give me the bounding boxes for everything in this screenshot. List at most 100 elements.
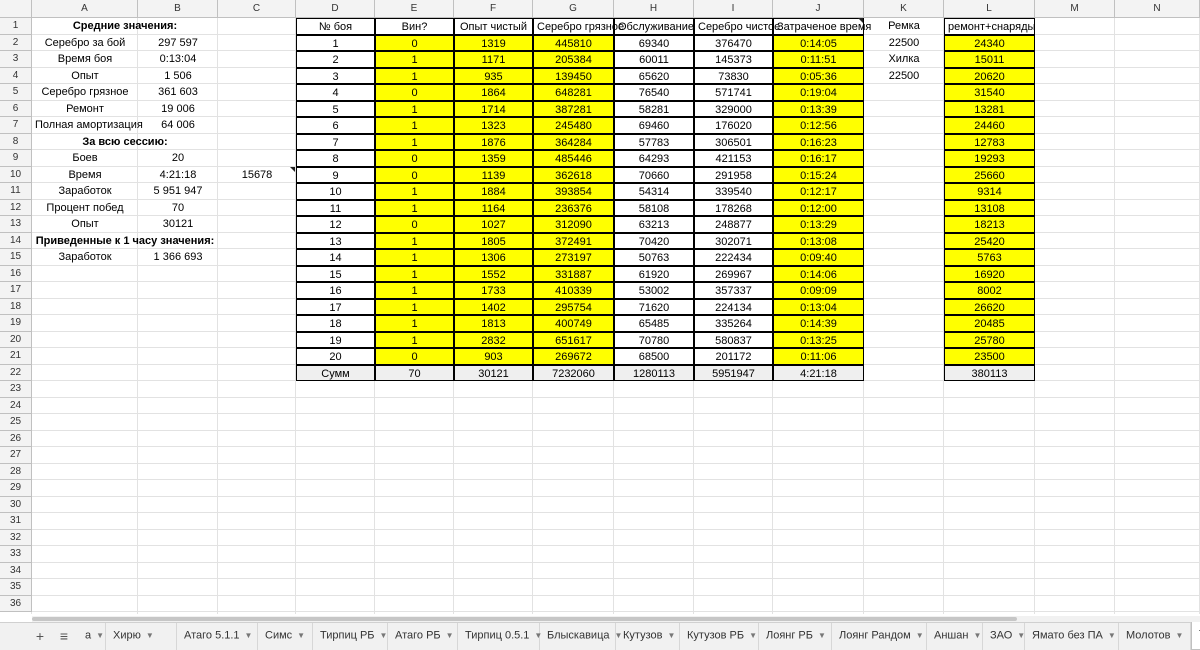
table-cell[interactable]: 295754 (533, 298, 614, 315)
column-header-n[interactable]: N (1115, 0, 1200, 18)
summary-value[interactable]: 20 (138, 150, 218, 167)
table-cell[interactable]: 0:09:40 (773, 249, 864, 266)
table-cell[interactable]: 580837 (694, 331, 773, 348)
table-cell[interactable]: 236376 (533, 199, 614, 216)
row-header[interactable]: 14 (0, 232, 32, 249)
repair-ammo-value[interactable]: 19293 (944, 150, 1035, 167)
table-cell[interactable]: 0 (375, 166, 454, 183)
row-header[interactable]: 23 (0, 381, 32, 398)
table-cell[interactable]: 0 (375, 84, 454, 101)
table-cell[interactable]: 1319 (454, 34, 533, 51)
row-header[interactable]: 24 (0, 397, 32, 414)
dropdown-arrow-icon[interactable]: ▼ (245, 623, 253, 648)
table-cell[interactable]: 485446 (533, 150, 614, 167)
table-cell[interactable]: 331887 (533, 265, 614, 282)
row-header[interactable]: 10 (0, 166, 32, 183)
column-header-k[interactable]: K (864, 0, 944, 18)
summary-label[interactable]: Опыт (32, 68, 138, 85)
row-header[interactable]: 20 (0, 331, 32, 348)
repair-ammo-value[interactable]: 12783 (944, 133, 1035, 150)
summary-value[interactable]: 1 506 (138, 68, 218, 85)
table-cell[interactable]: 0:14:05 (773, 34, 864, 51)
row-header[interactable]: 4 (0, 67, 32, 84)
table-cell[interactable]: 1 (375, 133, 454, 150)
table-cell[interactable]: 1306 (454, 249, 533, 266)
table-cell[interactable]: 222434 (694, 249, 773, 266)
summary-label[interactable]: Серебро за бой (32, 35, 138, 52)
dropdown-arrow-icon[interactable]: ▼ (667, 623, 675, 648)
repair-ammo-total[interactable]: 380113 (944, 364, 1035, 381)
table-cell[interactable]: 0:13:08 (773, 232, 864, 249)
scrollbar-thumb[interactable] (32, 617, 1017, 621)
row-header[interactable]: 1 (0, 18, 32, 35)
table-header[interactable]: № боя (296, 18, 375, 35)
row-header[interactable]: 7 (0, 117, 32, 134)
all-sheets-list-button[interactable]: ≡ (54, 626, 74, 646)
row-header[interactable]: 19 (0, 315, 32, 332)
sheet-tab[interactable]: Хирю ▼ (106, 623, 177, 650)
row-header[interactable]: 35 (0, 579, 32, 596)
table-cell[interactable]: 0:14:06 (773, 265, 864, 282)
table-cell[interactable]: 1171 (454, 51, 533, 68)
summary-label[interactable]: Заработок (32, 249, 138, 266)
table-cell[interactable]: 0:05:36 (773, 67, 864, 84)
dropdown-arrow-icon[interactable]: ▼ (96, 623, 104, 648)
table-cell[interactable]: 58281 (614, 100, 694, 117)
table-total-cell[interactable]: 5951947 (694, 364, 773, 381)
table-cell[interactable]: 2832 (454, 331, 533, 348)
row-header[interactable]: 22 (0, 364, 32, 381)
table-cell[interactable]: 1 (375, 282, 454, 299)
repair-header[interactable]: Ремка (864, 18, 944, 35)
table-cell[interactable]: 61920 (614, 265, 694, 282)
table-cell[interactable]: 0:15:24 (773, 166, 864, 183)
table-cell[interactable]: 57783 (614, 133, 694, 150)
table-cell[interactable]: 335264 (694, 315, 773, 332)
table-cell[interactable]: 312090 (533, 216, 614, 233)
summary-label[interactable]: Боев (32, 150, 138, 167)
column-header-l[interactable]: L (944, 0, 1035, 18)
table-cell[interactable]: 53002 (614, 282, 694, 299)
table-header[interactable]: Опыт чистый (454, 18, 533, 35)
sheet-tab[interactable]: Texac▼ (1191, 622, 1200, 650)
table-cell[interactable]: 3 (296, 67, 375, 84)
summary-value[interactable]: 70 (138, 200, 218, 217)
dropdown-arrow-icon[interactable]: ▼ (1175, 623, 1183, 648)
session-section-title[interactable]: За всю сессию: (32, 134, 218, 151)
table-cell[interactable]: 387281 (533, 100, 614, 117)
table-cell[interactable]: 0 (375, 150, 454, 167)
table-cell[interactable]: 0:14:39 (773, 315, 864, 332)
table-cell[interactable]: 16 (296, 282, 375, 299)
column-header-h[interactable]: H (614, 0, 694, 18)
summary-value[interactable]: 5 951 947 (138, 183, 218, 200)
repair-ammo-value[interactable]: 25780 (944, 331, 1035, 348)
table-cell[interactable]: 339540 (694, 183, 773, 200)
sheet-tab[interactable]: Атаго РБ ▼ (388, 623, 458, 650)
column-header-g[interactable]: G (533, 0, 614, 18)
dropdown-arrow-icon[interactable]: ▼ (916, 623, 924, 648)
table-cell[interactable]: 10 (296, 183, 375, 200)
table-cell[interactable]: 1876 (454, 133, 533, 150)
row-header[interactable]: 30 (0, 496, 32, 513)
row-header[interactable]: 11 (0, 183, 32, 200)
dropdown-arrow-icon[interactable]: ▼ (749, 623, 757, 648)
table-cell[interactable]: 935 (454, 67, 533, 84)
summary-label[interactable]: Серебро грязное (32, 84, 138, 101)
sheet-tab[interactable]: Кутузов ▼ (616, 623, 680, 650)
table-cell[interactable]: 245480 (533, 117, 614, 134)
table-total-cell[interactable]: 4:21:18 (773, 364, 864, 381)
table-cell[interactable]: 1 (375, 249, 454, 266)
row-header[interactable]: 18 (0, 298, 32, 315)
table-cell[interactable]: 0:13:39 (773, 100, 864, 117)
column-header-f[interactable]: F (454, 0, 533, 18)
row-header[interactable]: 12 (0, 199, 32, 216)
cell-c10[interactable]: 15678 (218, 167, 296, 184)
table-cell[interactable]: 357337 (694, 282, 773, 299)
row-header[interactable]: 32 (0, 529, 32, 546)
column-header-m[interactable]: M (1035, 0, 1115, 18)
summary-label[interactable]: Ремонт (32, 101, 138, 118)
repair-ammo-value[interactable]: 25420 (944, 232, 1035, 249)
table-cell[interactable]: 4 (296, 84, 375, 101)
table-cell[interactable]: 269672 (533, 348, 614, 365)
table-cell[interactable]: 269967 (694, 265, 773, 282)
column-header-e[interactable]: E (375, 0, 454, 18)
